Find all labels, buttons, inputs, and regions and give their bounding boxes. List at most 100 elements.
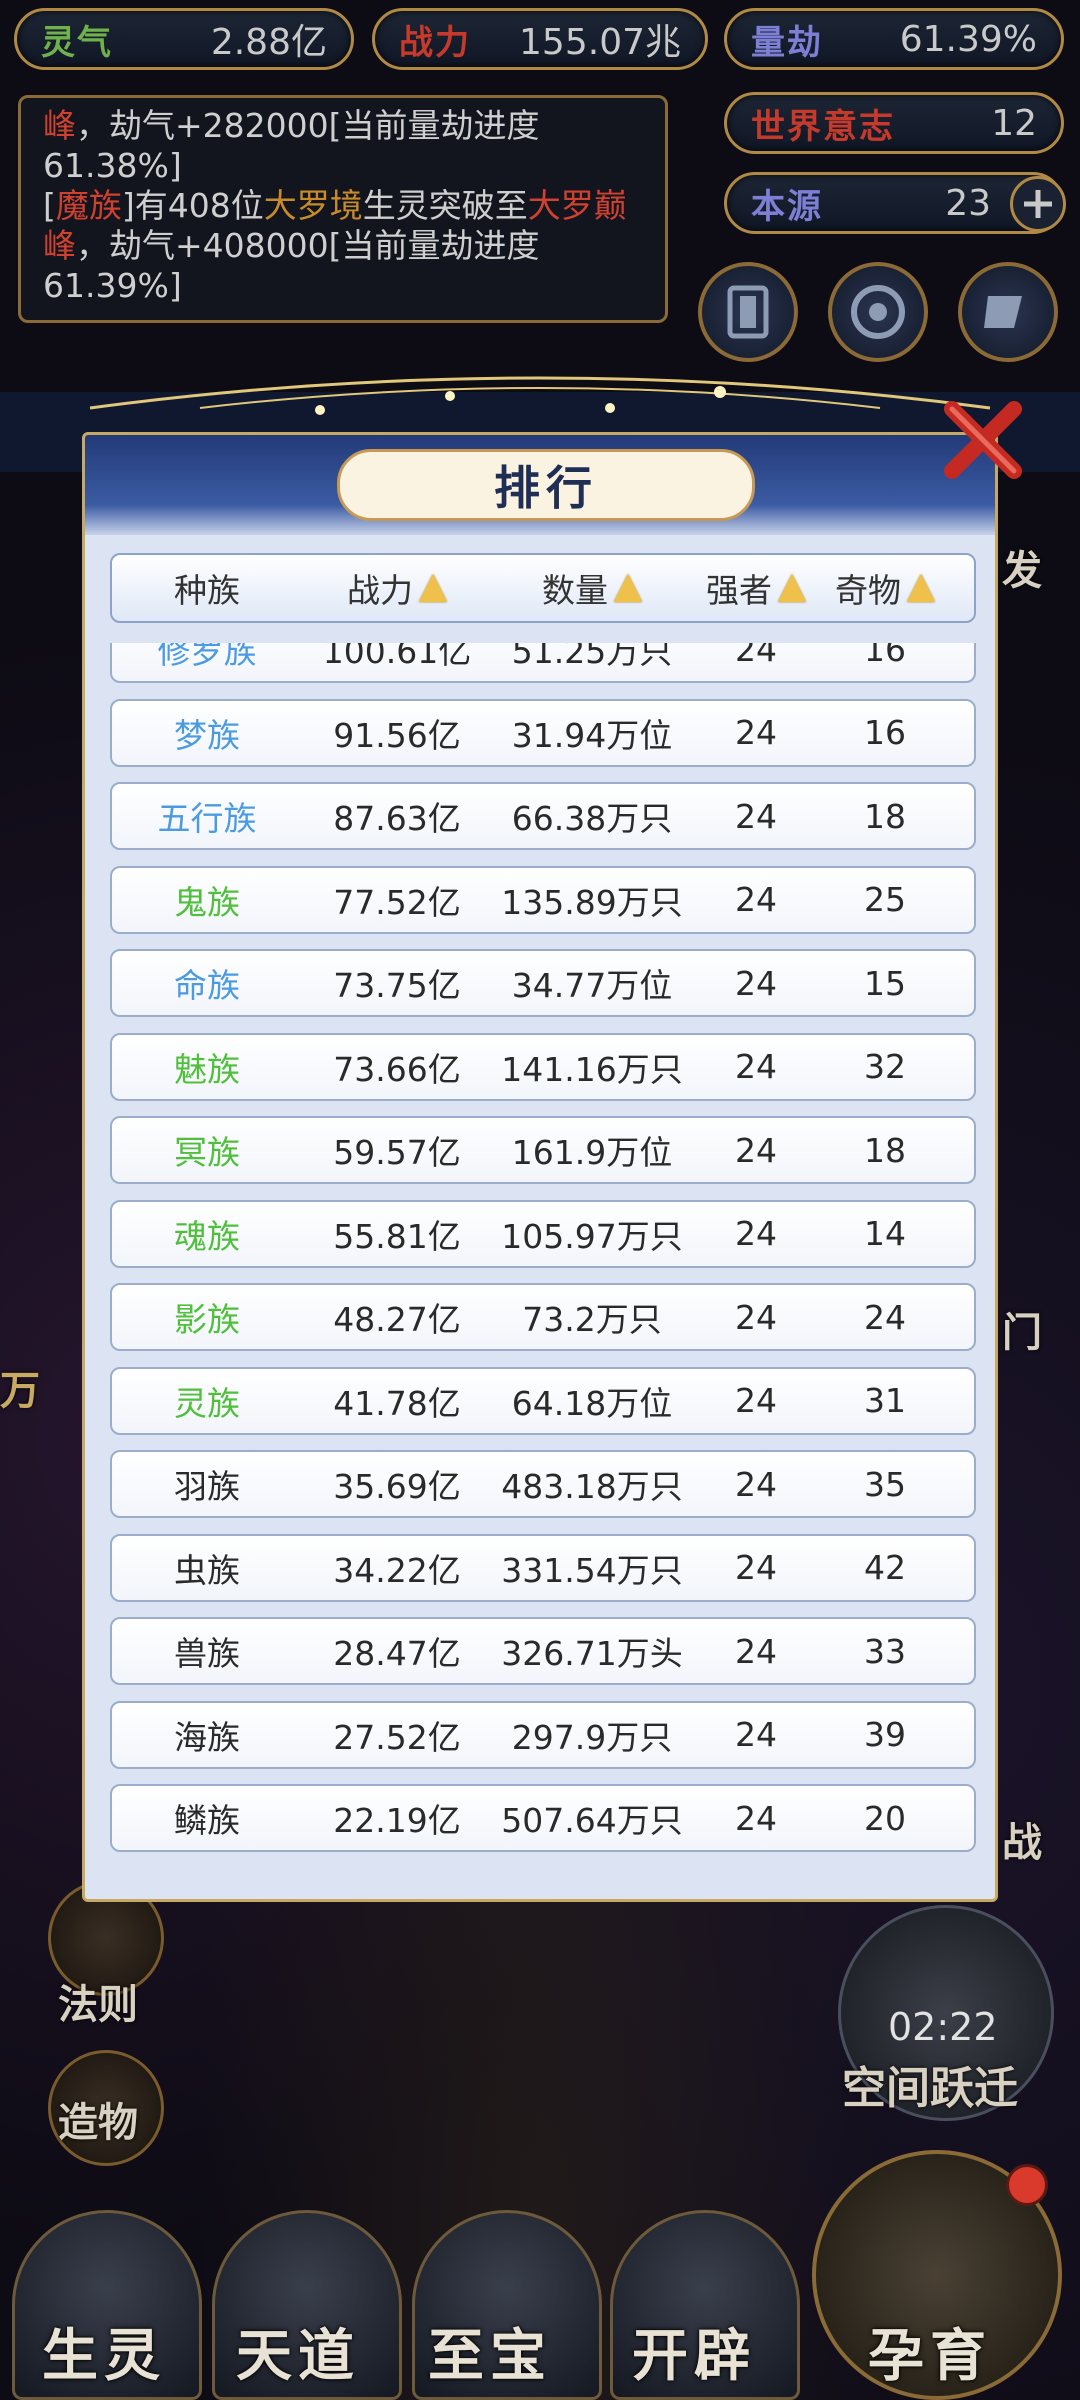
table-row[interactable]: 兽族 28.47亿 326.71万头 24 33: [110, 1617, 976, 1685]
row-strong: 24: [735, 1715, 777, 1754]
row-strong: 24: [735, 1798, 777, 1838]
row-race: 兽族: [174, 1634, 240, 1673]
row-race: 魅族: [174, 1049, 240, 1089]
row-power: 22.19亿: [333, 1801, 461, 1840]
row-treasure: 31: [864, 1381, 906, 1420]
row-race: 羽族: [174, 1467, 240, 1506]
world-will-stat: 世界意志 12: [724, 92, 1064, 154]
table-row[interactable]: 羽族 35.69亿 483.18万只 24 35: [110, 1450, 976, 1518]
row-count: 326.71万头: [501, 1634, 683, 1673]
zhi-bao-label: 至宝: [428, 2324, 552, 2389]
close-icon[interactable]: [938, 395, 1028, 485]
table-row[interactable]: 虫族 34.22亿 331.54万只 24 42: [110, 1533, 976, 1602]
header-strong-label: 强者: [706, 571, 772, 610]
log-realm: 大罗境: [263, 186, 363, 225]
row-strong: 24: [735, 1047, 777, 1086]
row-count: 141.16万只: [501, 1049, 683, 1089]
row-treasure: 18: [864, 796, 906, 836]
row-strong: 24: [735, 1130, 777, 1170]
fa-ze-label: 法则: [58, 1982, 138, 2028]
row-count: 51.25万只: [511, 643, 673, 671]
scroll-icon: [984, 296, 1022, 328]
card-icon: [727, 285, 769, 339]
notification-dot: [1006, 2164, 1048, 2206]
liangjie-stat: 量劫 61.39%: [724, 8, 1064, 70]
table-row[interactable]: 魅族 73.66亿 141.16万只 24 32: [110, 1032, 976, 1101]
zhanli-label: 战力: [399, 22, 471, 63]
row-count: 507.64万只: [501, 1801, 683, 1840]
row-treasure: 14: [864, 1214, 906, 1253]
log-line2-mid: 生灵突破至: [362, 186, 528, 225]
row-strong: 24: [735, 713, 777, 752]
scroll-button[interactable]: [958, 262, 1058, 362]
benyuan-value: 23: [945, 182, 991, 224]
row-power: 27.52亿: [333, 1717, 461, 1757]
kai-pi-label: 开辟: [632, 2324, 756, 2389]
table-row[interactable]: 海族 27.52亿 297.9万只 24 39: [110, 1700, 976, 1769]
log-realm-peak: 峰: [43, 106, 76, 145]
yun-yu-label: 孕育: [868, 2324, 992, 2389]
row-count: 483.18万只: [501, 1467, 683, 1506]
vortex-button[interactable]: [828, 262, 928, 362]
row-race: 灵族: [174, 1383, 240, 1423]
row-count: 161.9万位: [511, 1133, 673, 1172]
row-race: 鳞族: [174, 1801, 240, 1840]
space-jump-timer: 02:22: [888, 2005, 998, 2049]
row-strong: 24: [735, 1631, 777, 1671]
row-power: 87.63亿: [333, 799, 461, 838]
header-treasure[interactable]: 奇物: [820, 564, 950, 612]
log-bracket: [: [43, 186, 56, 225]
header-power[interactable]: 战力: [302, 564, 492, 612]
benyuan-label: 本源: [751, 186, 823, 227]
row-race: 五行族: [157, 799, 257, 838]
row-treasure: 32: [864, 1047, 906, 1086]
add-benyuan-button[interactable]: [1010, 176, 1066, 232]
row-treasure: 33: [864, 1631, 906, 1671]
table-row[interactable]: 魂族 55.81亿 105.97万只 24 14: [110, 1199, 976, 1268]
table-header: 种族 战力 数量 强者 奇物: [110, 553, 976, 623]
row-count: 64.18万位: [511, 1383, 673, 1423]
row-power: 34.22亿: [333, 1550, 461, 1590]
header-race: 种族: [112, 564, 302, 612]
row-treasure: 42: [864, 1548, 906, 1587]
row-power: 59.57亿: [333, 1133, 461, 1172]
table-row[interactable]: 影族 48.27亿 73.2万只 24 24: [110, 1283, 976, 1351]
table-row[interactable]: 灵族 41.78亿 64.18万位 24 31: [110, 1366, 976, 1435]
row-strong: 24: [735, 1381, 777, 1420]
ranking-list[interactable]: 修罗族 100.61亿 51.25万只 24 16 梦族 91.56亿 31.94万位 24 16…: [110, 643, 976, 1879]
table-row[interactable]: 修罗族 100.61亿 51.25万只 24 16: [110, 643, 976, 683]
row-count: 66.38万只: [511, 799, 673, 838]
header-strong[interactable]: 强者: [692, 564, 820, 612]
row-strong: 24: [735, 1214, 777, 1253]
table-row[interactable]: 鳞族 22.19亿 507.64万只 24 20: [110, 1784, 976, 1852]
table-row[interactable]: 冥族 59.57亿 161.9万位 24 18: [110, 1116, 976, 1184]
row-race: 修罗族: [157, 643, 257, 671]
row-count: 135.89万只: [501, 882, 683, 922]
vortex-icon: [851, 285, 905, 339]
zhanli-stat: 战力 155.07兆: [372, 8, 708, 70]
row-treasure: 15: [864, 963, 906, 1003]
lingqi-value: 2.88亿: [210, 22, 327, 63]
log-race: 魔族: [55, 186, 122, 225]
row-count: 31.94万位: [511, 715, 673, 755]
zhanli-value: 155.07兆: [519, 22, 681, 63]
row-treasure: 25: [864, 880, 906, 919]
zao-wu-label: 造物: [58, 2100, 138, 2146]
row-count: 34.77万位: [511, 966, 673, 1005]
table-row[interactable]: 鬼族 77.52亿 135.89万只 24 25: [110, 865, 976, 934]
card-button[interactable]: [698, 262, 798, 362]
table-row[interactable]: 命族 73.75亿 34.77万位 24 15: [110, 949, 976, 1017]
row-count: 105.97万只: [501, 1216, 683, 1256]
row-strong: 24: [735, 1297, 777, 1337]
table-row[interactable]: 梦族 91.56亿 31.94万位 24 16: [110, 698, 976, 767]
world-will-value: 12: [991, 102, 1037, 144]
log-line2-end: ，劫气+408000[当前量劫进度61.39%]: [43, 226, 540, 305]
row-strong: 24: [735, 643, 777, 669]
header-count[interactable]: 数量: [492, 564, 692, 612]
row-power: 28.47亿: [333, 1634, 461, 1673]
row-race: 命族: [174, 966, 240, 1005]
table-row[interactable]: 五行族 87.63亿 66.38万只 24 18: [110, 782, 976, 850]
row-power: 100.61亿: [322, 643, 472, 671]
sheng-ling-label: 生灵: [42, 2324, 166, 2389]
partial-wan-label: 万: [0, 1368, 40, 1414]
